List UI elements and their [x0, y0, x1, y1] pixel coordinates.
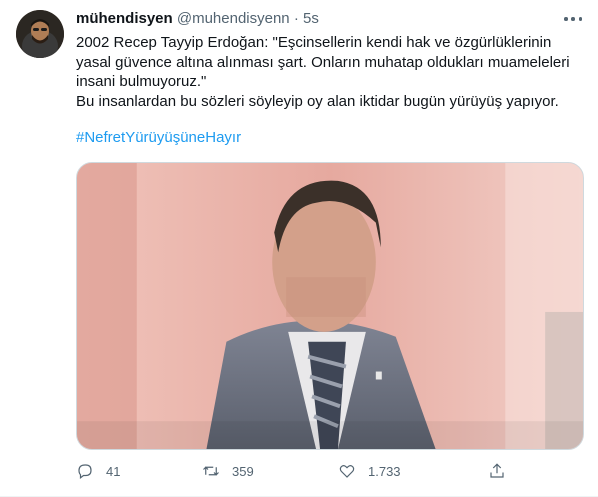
header-separator: ·	[293, 10, 299, 27]
tweet-card[interactable]: mühendisyen @muhendisyenn · 5s 2002 Rece…	[0, 0, 598, 497]
share-button[interactable]	[488, 460, 506, 482]
more-horizontal-icon[interactable]	[564, 12, 582, 26]
heart-icon	[339, 465, 355, 478]
reply-button[interactable]: 41	[76, 460, 120, 482]
avatar-image	[16, 10, 64, 58]
tweet-header: mühendisyen @muhendisyenn · 5s	[76, 9, 558, 29]
tweet-text-line: 2002 Recep Tayyip Erdoğan: "Eşcinselleri…	[76, 34, 552, 51]
media-photo	[77, 163, 583, 449]
tweet-text-line: yasal güvence altına alınması şart. Onla…	[76, 53, 570, 71]
tweet-timestamp[interactable]: 5s	[303, 10, 319, 27]
retweet-button[interactable]: 359	[202, 460, 254, 482]
hashtag-link[interactable]: #NefretYürüyüşüneHayır	[76, 128, 241, 148]
author-handle[interactable]: @muhendisyenn	[177, 10, 290, 27]
author-name[interactable]: mühendisyen	[76, 10, 173, 27]
share-icon	[490, 463, 504, 478]
reply-icon	[78, 464, 92, 479]
reply-count: 41	[106, 463, 121, 479]
avatar[interactable]	[16, 10, 64, 58]
tweet-actions: 41 359 1.733	[76, 460, 516, 482]
like-button[interactable]: 1.733	[338, 460, 401, 482]
retweet-icon	[203, 466, 219, 476]
retweet-count: 359	[232, 463, 254, 479]
tweet-text-line: Bu insanlardan bu sözleri söyleyip oy al…	[76, 92, 559, 110]
tweet-media-image[interactable]	[76, 162, 584, 450]
tweet-text: 2002 Recep Tayyip Erdoğan: "Eşcinselleri…	[76, 33, 581, 111]
tweet-text-line: insani bulmuyoruz."	[76, 73, 207, 90]
like-count: 1.733	[368, 463, 401, 479]
